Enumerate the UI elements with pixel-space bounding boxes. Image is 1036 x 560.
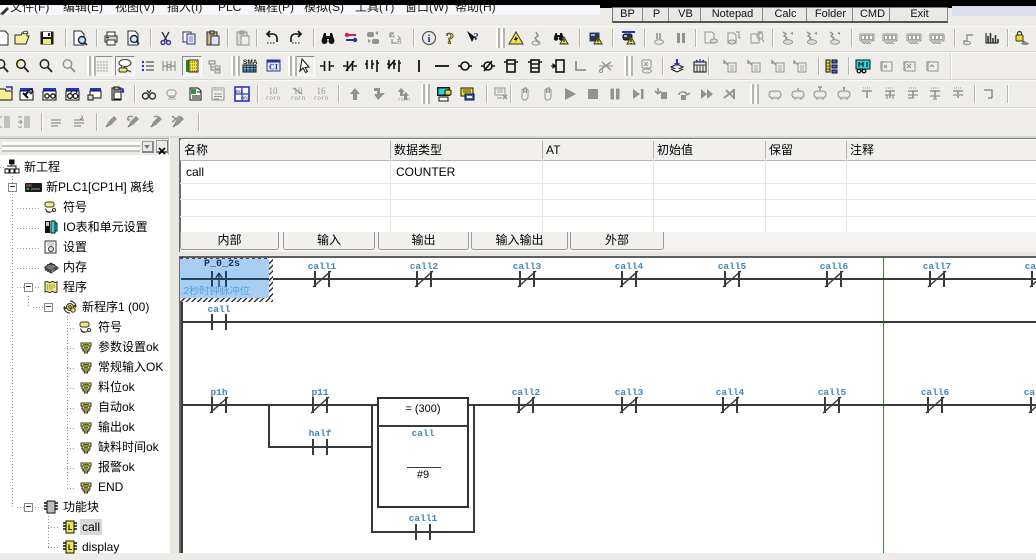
svg-text:rorn: rorn: [398, 97, 410, 102]
svg-text:002: 002: [241, 96, 249, 102]
svg-text:rorn: rorn: [314, 95, 329, 102]
svg-text:CI: CI: [269, 63, 278, 72]
svg-text:?: ?: [446, 30, 455, 46]
svg-text:i: i: [427, 33, 430, 45]
svg-text:L: L: [68, 524, 73, 533]
svg-text:001: 001: [234, 89, 242, 95]
svg-text:L: L: [68, 544, 73, 553]
svg-text:rorn: rorn: [266, 95, 281, 102]
svg-text:?: ?: [473, 31, 479, 43]
svg-text:B: B: [397, 39, 402, 46]
svg-text:rorn: rorn: [291, 95, 306, 102]
svg-text:A: A: [390, 33, 395, 40]
